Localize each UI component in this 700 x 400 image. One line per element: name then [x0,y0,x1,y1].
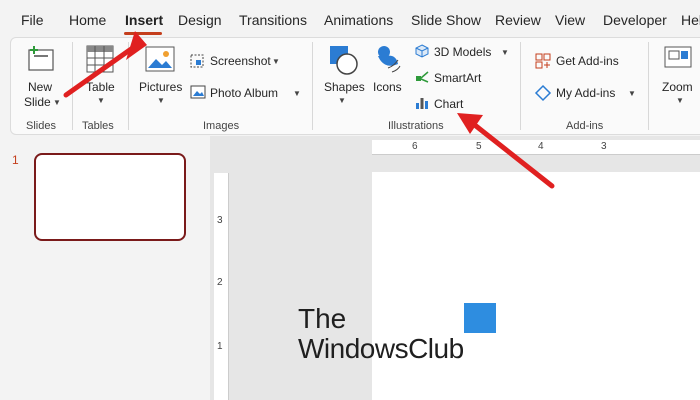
arrow-to-chart [457,113,555,189]
annotation-arrows [63,31,555,189]
arrow-to-new-slide [63,31,147,98]
